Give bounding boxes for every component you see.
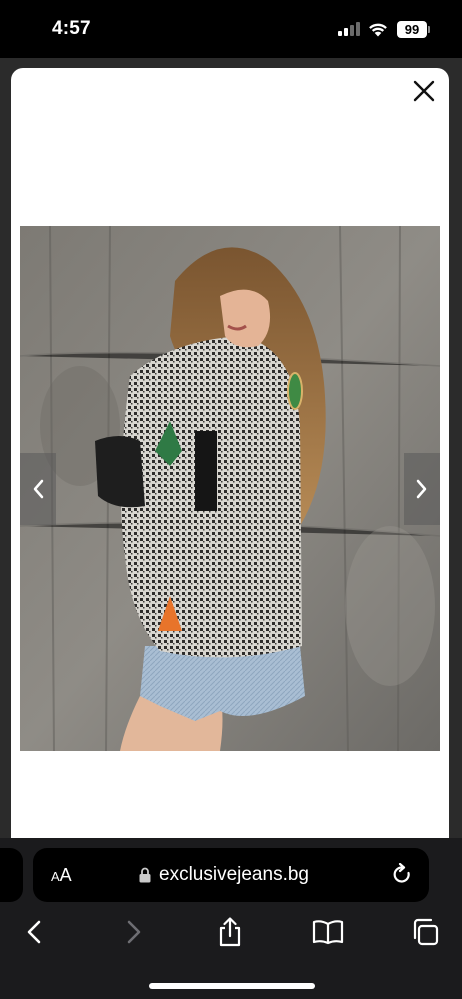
bookmarks-button[interactable] (308, 912, 348, 952)
back-icon (27, 920, 41, 944)
bookmarks-icon (312, 920, 344, 945)
url-text: exclusivejeans.bg (159, 864, 309, 885)
wifi-icon (369, 23, 387, 37)
image-lightbox (11, 68, 449, 838)
signal-icon (338, 22, 362, 36)
share-icon (219, 917, 241, 947)
status-bar: 4:57 99 (0, 0, 462, 58)
back-button[interactable] (14, 912, 54, 952)
tabs-icon (413, 918, 439, 946)
close-icon[interactable] (411, 78, 437, 104)
reader-settings-button[interactable]: AA (51, 865, 72, 886)
battery-level: 99 (397, 21, 427, 38)
reload-icon[interactable] (391, 863, 413, 887)
tabs-button[interactable] (405, 912, 445, 952)
forward-icon (127, 920, 141, 944)
status-time: 4:57 (52, 18, 91, 39)
forward-button[interactable] (114, 912, 154, 952)
chevron-left-icon (33, 479, 44, 499)
previous-image-button[interactable] (20, 453, 56, 525)
address-bar[interactable]: AA exclusivejeans.bg (33, 848, 429, 902)
battery-icon: 99 (397, 21, 430, 38)
next-image-button[interactable] (404, 453, 440, 525)
chevron-right-icon (416, 479, 427, 499)
lock-icon (139, 867, 151, 883)
previous-tab-preview[interactable] (0, 848, 23, 902)
share-button[interactable] (210, 912, 250, 952)
product-photo (20, 226, 440, 751)
home-indicator (149, 983, 315, 989)
